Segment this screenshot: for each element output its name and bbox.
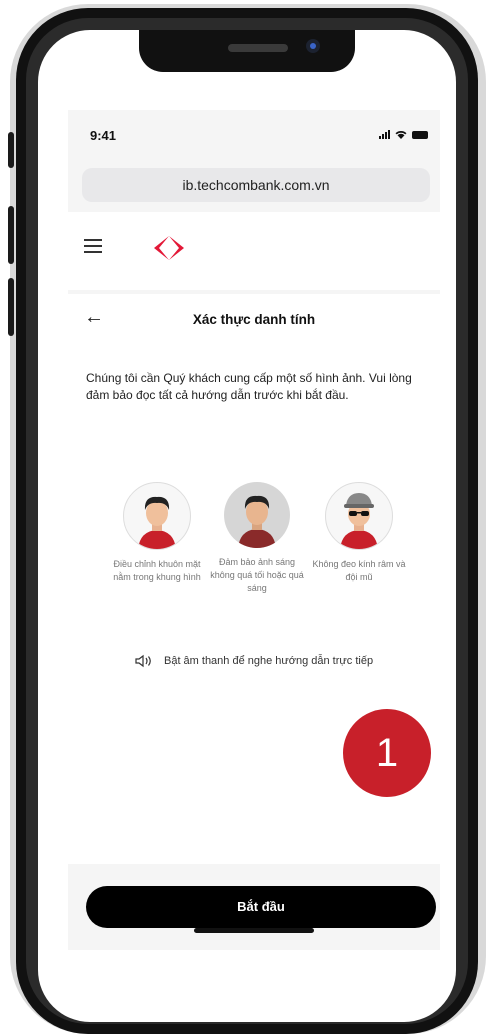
start-button[interactable]: Bắt đầu [86,886,436,928]
cellular-signal-icon [379,130,390,139]
address-bar[interactable]: ib.techcombank.com.vn [82,168,430,202]
status-bar: 9:41 [68,110,440,160]
start-button-label: Bắt đầu [237,899,285,914]
status-time: 9:41 [90,128,117,143]
battery-icon [412,130,428,139]
app-header [68,212,440,290]
volume-down-button [8,278,14,336]
front-camera-icon [306,39,320,53]
page-title: Xác thực danh tính [192,312,316,327]
step-number-badge: 1 [340,706,434,800]
wifi-icon [395,131,407,139]
menu-icon[interactable] [84,239,102,253]
face-in-frame-avatar [123,482,191,550]
sound-toggle[interactable]: Bật âm thanh để nghe hướng dẫn trực tiếp [68,654,440,668]
sound-toggle-label: Bật âm thanh để nghe hướng dẫn trực tiếp [163,654,374,667]
lighting-avatar [224,482,290,548]
tip-lighting: Đảm bảo ảnh sáng không quá tối hoặc quá … [206,482,308,595]
tip-no-glasses-hat: Không đeo kính râm và đội mũ [308,482,410,584]
intro-text: Chúng tôi cần Quý khách cung cấp một số … [86,371,412,402]
status-icons [379,130,428,139]
address-bar-url: ib.techcombank.com.vn [182,177,330,193]
earpiece-speaker [228,44,288,52]
techcombank-logo[interactable] [152,234,186,262]
mute-switch [8,132,14,168]
no-glasses-hat-avatar [325,482,393,550]
home-indicator [194,928,314,933]
tip-label: Không đeo kính râm và đội mũ [312,559,406,582]
speaker-icon [135,654,151,668]
tip-label: Đảm bảo ảnh sáng không quá tối hoặc quá … [210,557,304,593]
browser-viewport: 9:41 ib.techcombank.com.vn ← Xác thực da… [68,110,440,950]
tip-face-in-frame: Điều chỉnh khuôn mặt nằm trong khung hìn… [106,482,208,584]
volume-up-button [8,206,14,264]
tip-label: Điều chỉnh khuôn mặt nằm trong khung hìn… [113,559,201,582]
